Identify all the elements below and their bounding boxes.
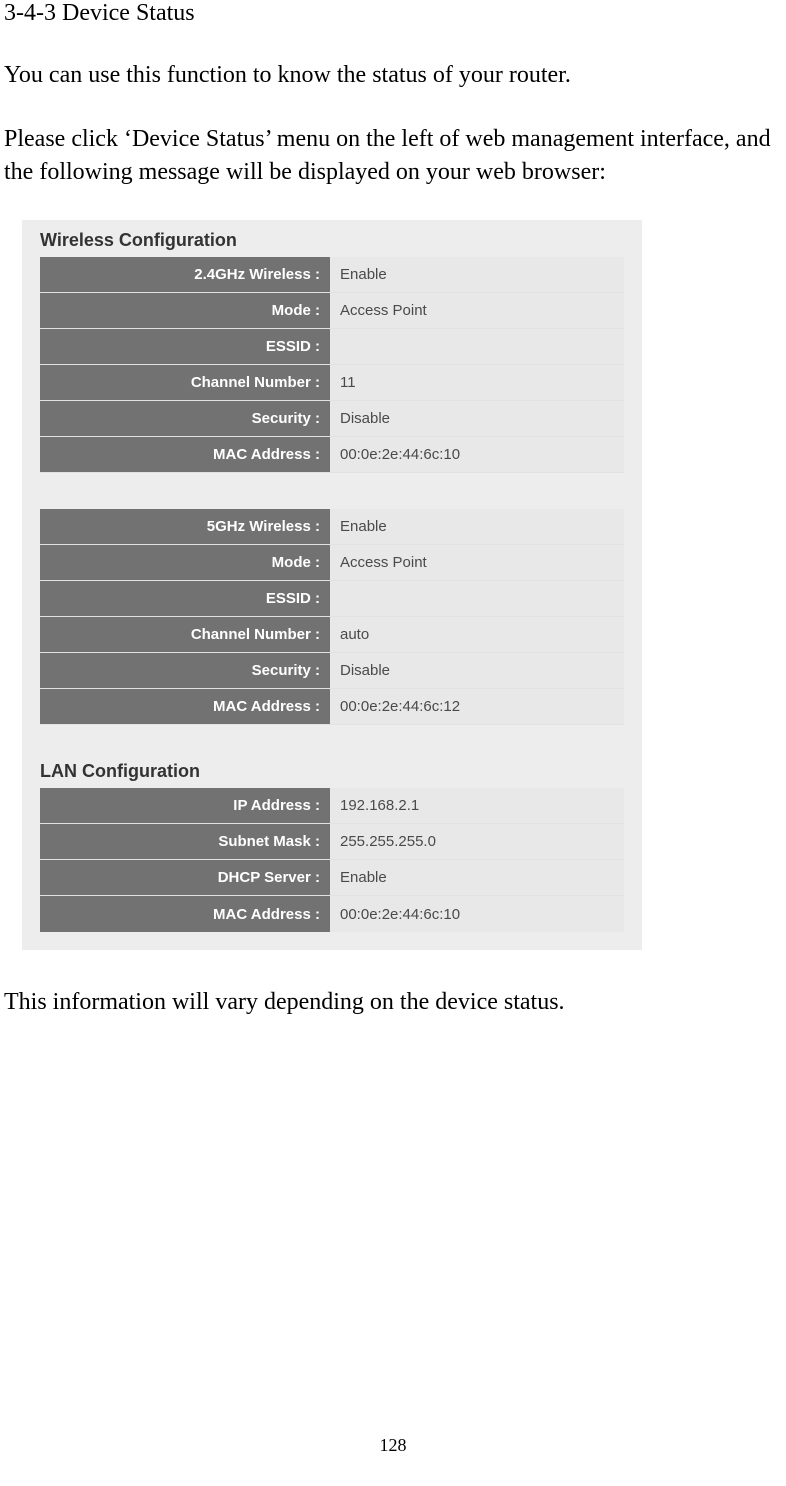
- wifi24-mac-label: MAC Address :: [40, 437, 330, 472]
- table-row: MAC Address : 00:0e:2e:44:6c:12: [40, 689, 624, 725]
- wifi5-mac-label: MAC Address :: [40, 689, 330, 724]
- wifi24-wireless-value: Enable: [330, 257, 624, 292]
- table-row: 2.4GHz Wireless : Enable: [40, 257, 624, 293]
- lan-ip-value: 192.168.2.1: [330, 788, 624, 823]
- wifi5-mode-label: Mode :: [40, 545, 330, 580]
- table-row: ESSID :: [40, 329, 624, 365]
- wifi5-channel-label: Channel Number :: [40, 617, 330, 652]
- table-row: MAC Address : 00:0e:2e:44:6c:10: [40, 437, 624, 473]
- table-row: MAC Address : 00:0e:2e:44:6c:10: [40, 896, 624, 932]
- wifi24-mac-value: 00:0e:2e:44:6c:10: [330, 437, 624, 472]
- wifi24-security-value: Disable: [330, 401, 624, 436]
- wifi5-mac-value: 00:0e:2e:44:6c:12: [330, 689, 624, 724]
- table-row: Security : Disable: [40, 653, 624, 689]
- table-row: ESSID :: [40, 581, 624, 617]
- lan-ip-label: IP Address :: [40, 788, 330, 823]
- wifi5-wireless-value: Enable: [330, 509, 624, 544]
- wifi5-security-value: Disable: [330, 653, 624, 688]
- table-row: 5GHz Wireless : Enable: [40, 509, 624, 545]
- wifi24-essid-label: ESSID :: [40, 329, 330, 364]
- table-row: Channel Number : 11: [40, 365, 624, 401]
- lan-subnet-label: Subnet Mask :: [40, 824, 330, 859]
- intro-paragraph-2: Please click ‘Device Status’ menu on the…: [4, 123, 782, 188]
- wifi5-wireless-label: 5GHz Wireless :: [40, 509, 330, 544]
- wifi24-mode-value: Access Point: [330, 293, 624, 328]
- wifi5-essid-value: [330, 581, 624, 616]
- wifi24-channel-value: 11: [330, 365, 624, 400]
- table-row: Mode : Access Point: [40, 545, 624, 581]
- lan-mac-label: MAC Address :: [40, 896, 330, 932]
- wifi24-security-label: Security :: [40, 401, 330, 436]
- wifi24-mode-label: Mode :: [40, 293, 330, 328]
- lan-dhcp-value: Enable: [330, 860, 624, 895]
- wifi24-channel-label: Channel Number :: [40, 365, 330, 400]
- wifi5-channel-value: auto: [330, 617, 624, 652]
- table-row: Security : Disable: [40, 401, 624, 437]
- wifi5-essid-label: ESSID :: [40, 581, 330, 616]
- lan-dhcp-label: DHCP Server :: [40, 860, 330, 895]
- closing-paragraph: This information will vary depending on …: [4, 986, 782, 1018]
- wireless-config-heading: Wireless Configuration: [40, 230, 624, 251]
- section-title: 3-4-3 Device Status: [4, 0, 782, 27]
- device-status-screenshot: Wireless Configuration 2.4GHz Wireless :…: [22, 220, 642, 950]
- lan-mac-value: 00:0e:2e:44:6c:10: [330, 896, 624, 932]
- lan-config-heading: LAN Configuration: [40, 761, 624, 782]
- table-row: Channel Number : auto: [40, 617, 624, 653]
- intro-paragraph-1: You can use this function to know the st…: [4, 59, 782, 91]
- table-row: IP Address : 192.168.2.1: [40, 788, 624, 824]
- wifi24-wireless-label: 2.4GHz Wireless :: [40, 257, 330, 292]
- wifi24-essid-value: [330, 329, 624, 364]
- table-row: Subnet Mask : 255.255.255.0: [40, 824, 624, 860]
- table-row: Mode : Access Point: [40, 293, 624, 329]
- lan-subnet-value: 255.255.255.0: [330, 824, 624, 859]
- page-number: 128: [0, 1435, 786, 1456]
- wifi5-security-label: Security :: [40, 653, 330, 688]
- table-row: DHCP Server : Enable: [40, 860, 624, 896]
- wifi5-mode-value: Access Point: [330, 545, 624, 580]
